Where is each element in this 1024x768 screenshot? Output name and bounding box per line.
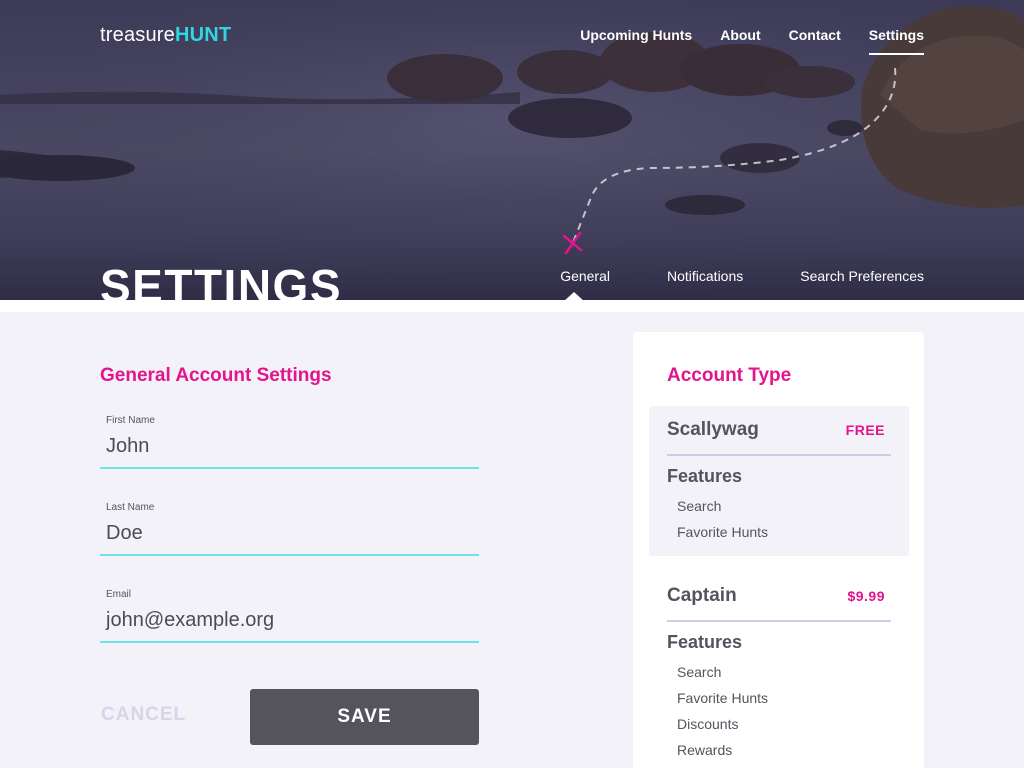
plan-header: Scallywag FREE: [667, 406, 891, 456]
last-name-field[interactable]: Last Name Doe: [100, 502, 479, 556]
plan-scallywag[interactable]: Scallywag FREE Features Search Favorite …: [649, 406, 909, 556]
last-name-underline: [100, 554, 479, 556]
first-name-label: First Name: [106, 415, 155, 426]
plan-name: Scallywag: [667, 419, 759, 440]
feature-item: Search: [677, 664, 722, 680]
main-navigation: Upcoming Hunts About Contact Settings: [552, 27, 925, 55]
nav-item-contact[interactable]: Contact: [789, 27, 841, 55]
email-label: Email: [106, 589, 132, 600]
last-name-label: Last Name: [106, 502, 155, 513]
nav-item-settings[interactable]: Settings: [868, 27, 925, 55]
email-underline: [100, 641, 479, 643]
plan-header: Captain $9.99: [667, 572, 891, 622]
hero-banner: treasureHUNT Upcoming Hunts About Contac…: [0, 0, 1024, 300]
brand-suffix: HUNT: [174, 24, 232, 46]
plan-captain[interactable]: Captain $9.99 Features Search Favorite H…: [649, 572, 909, 763]
page-title: SETTINGS: [100, 260, 343, 300]
brand-prefix: treasure: [100, 24, 175, 46]
feature-item: Rewards: [677, 742, 733, 758]
email-input[interactable]: john@example.org: [100, 608, 479, 641]
hero-divider: [0, 300, 1024, 312]
first-name-field[interactable]: First Name John: [100, 415, 479, 469]
nav-item-upcoming-hunts[interactable]: Upcoming Hunts: [580, 27, 692, 55]
account-type-heading: Account Type: [667, 365, 792, 386]
nav-item-about[interactable]: About: [720, 27, 760, 55]
last-name-input[interactable]: Doe: [100, 521, 479, 554]
email-field[interactable]: Email john@example.org: [100, 589, 479, 643]
features-title: Features: [667, 632, 743, 652]
features-title: Features: [667, 466, 743, 486]
tab-search-preferences[interactable]: Search Preferences: [800, 268, 924, 284]
plan-price: $9.99: [847, 588, 885, 604]
plan-name: Captain: [667, 585, 737, 606]
cancel-button[interactable]: CANCEL: [101, 704, 186, 726]
feature-item: Favorite Hunts: [677, 524, 769, 540]
save-button[interactable]: SAVE: [250, 689, 479, 745]
feature-item: Search: [677, 498, 722, 514]
first-name-underline: [100, 467, 479, 469]
settings-tabs: General Notifications Search Preferences: [503, 268, 924, 284]
active-tab-pointer: [563, 292, 585, 300]
account-type-card: Account Type Scallywag FREE Features Sea…: [633, 332, 924, 768]
feature-item: Favorite Hunts: [677, 690, 769, 706]
plan-price: FREE: [845, 422, 885, 438]
tab-notifications[interactable]: Notifications: [667, 268, 743, 284]
feature-item: Discounts: [677, 716, 739, 732]
brand-logo[interactable]: treasureHUNT: [100, 24, 231, 47]
general-settings-heading: General Account Settings: [100, 365, 332, 386]
first-name-input[interactable]: John: [100, 434, 479, 467]
tab-general[interactable]: General: [560, 268, 610, 284]
